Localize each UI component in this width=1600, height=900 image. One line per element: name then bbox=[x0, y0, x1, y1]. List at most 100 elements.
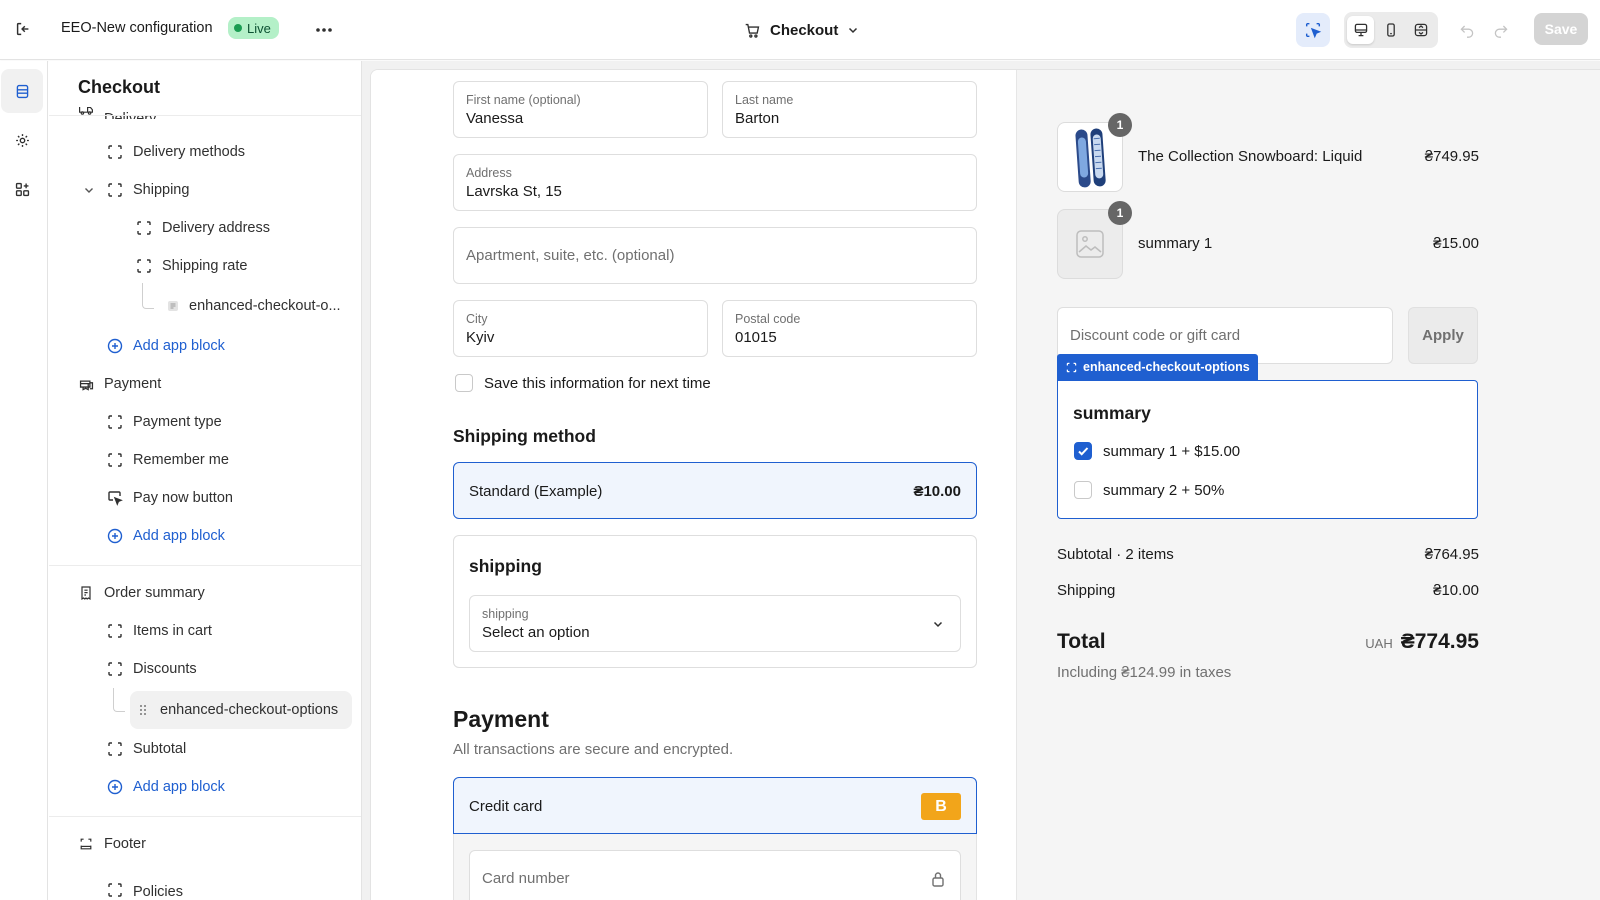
shipping-select[interactable]: shipping Select an option bbox=[469, 595, 961, 652]
tree-item-pay-now-button[interactable]: Pay now button bbox=[105, 482, 233, 514]
tree-item-order-summary[interactable]: Order summary bbox=[76, 577, 205, 609]
apps-nav-button[interactable] bbox=[1, 167, 43, 211]
add-app-block-label: Add app block bbox=[133, 528, 225, 544]
live-status-label: Live bbox=[247, 20, 271, 36]
plus-circle-icon bbox=[105, 336, 125, 356]
inspector-toggle-button[interactable] bbox=[1296, 13, 1330, 47]
city-value: Kyiv bbox=[466, 329, 495, 346]
chevron-down-icon bbox=[930, 616, 946, 632]
apply-discount-button[interactable]: Apply bbox=[1408, 307, 1478, 364]
card-number-field[interactable]: Card number bbox=[469, 850, 961, 900]
shipping-select-label: shipping bbox=[482, 607, 529, 621]
more-options-icon[interactable] bbox=[312, 18, 336, 42]
page-selector[interactable]: Checkout bbox=[742, 19, 862, 41]
shipping-option-price: ₴10.00 bbox=[913, 483, 961, 500]
sections-nav-button[interactable] bbox=[1, 69, 43, 113]
checkout-preview-frame: First name (optional) Vanessa Last name … bbox=[370, 69, 1600, 900]
block-outline-icon bbox=[1065, 361, 1077, 373]
tree-item-shipping[interactable]: Shipping bbox=[79, 174, 189, 206]
city-field[interactable]: City Kyiv bbox=[453, 300, 708, 357]
address-label: Address bbox=[466, 166, 512, 180]
sidebar-divider bbox=[49, 816, 361, 817]
tree-item-label: Policies bbox=[133, 884, 183, 900]
tree-item-shipping-app-block[interactable]: enhanced-checkout-o... bbox=[163, 290, 341, 322]
shipping-select-value: Select an option bbox=[482, 624, 590, 641]
shipping-block-title: shipping bbox=[469, 556, 542, 576]
sidebar-header-divider bbox=[49, 115, 361, 116]
summary-block-title: summary bbox=[1073, 403, 1151, 423]
credit-card-option[interactable]: Credit card B bbox=[453, 777, 977, 834]
save-info-checkbox[interactable] bbox=[455, 374, 473, 392]
apartment-field[interactable]: Apartment, suite, etc. (optional) bbox=[453, 227, 977, 284]
tree-item-remember-me[interactable]: Remember me bbox=[105, 444, 229, 476]
settings-nav-button[interactable] bbox=[1, 118, 43, 162]
add-app-block-button[interactable]: Add app block bbox=[105, 520, 225, 552]
block-outline-icon bbox=[105, 142, 125, 162]
sections-icon bbox=[16, 84, 28, 98]
tree-item-items-in-cart[interactable]: Items in cart bbox=[105, 615, 212, 647]
button-cursor-icon bbox=[105, 488, 125, 508]
last-name-field[interactable]: Last name Barton bbox=[722, 81, 977, 138]
credit-card-label: Credit card bbox=[469, 798, 543, 815]
plus-circle-icon bbox=[105, 526, 125, 546]
tree-item-payment-type[interactable]: Payment type bbox=[105, 406, 222, 438]
shipping-method-heading: Shipping method bbox=[453, 426, 596, 446]
payment-heading: Payment bbox=[453, 706, 549, 732]
tree-item-label: Delivery methods bbox=[133, 144, 246, 160]
tree-item-delivery-address[interactable]: Delivery address bbox=[134, 212, 270, 244]
tree-item-label: Payment bbox=[104, 376, 162, 392]
last-name-value: Barton bbox=[735, 110, 780, 127]
block-outline-icon bbox=[105, 739, 125, 759]
live-status-badge: Live bbox=[228, 17, 279, 39]
summary-option-checkbox-2[interactable] bbox=[1074, 481, 1092, 499]
block-outline-icon bbox=[105, 880, 125, 900]
save-button[interactable]: Save bbox=[1534, 13, 1588, 45]
block-outline-icon bbox=[105, 450, 125, 470]
tree-item-payment[interactable]: Payment bbox=[76, 368, 161, 400]
shipping-option-name: Standard (Example) bbox=[469, 483, 603, 500]
drag-handle-icon[interactable] bbox=[136, 703, 150, 717]
tree-item-discounts-app-block[interactable]: enhanced-checkout-options bbox=[130, 691, 352, 729]
block-outline-icon bbox=[105, 621, 125, 641]
tree-item-shipping-rate[interactable]: Shipping rate bbox=[134, 250, 247, 282]
tree-item-label: Order summary bbox=[104, 585, 205, 601]
top-bar: EEO-New configuration Live Checkout Save bbox=[0, 0, 1600, 60]
summary-option-checkbox-1[interactable] bbox=[1074, 442, 1092, 460]
apps-icon bbox=[15, 182, 29, 196]
order-summary-column: 1 The Collection Snowboard: Liquid ₴749.… bbox=[1017, 70, 1600, 900]
shipping-option-standard[interactable]: Standard (Example) ₴10.00 bbox=[453, 462, 977, 519]
tree-item-delivery-methods[interactable]: Delivery methods bbox=[105, 136, 245, 168]
block-selection-tag: enhanced-checkout-options bbox=[1057, 354, 1258, 380]
tree-item-footer[interactable]: Footer bbox=[76, 828, 146, 860]
discount-code-placeholder: Discount code or gift card bbox=[1070, 327, 1241, 344]
desktop-view-icon[interactable] bbox=[1347, 16, 1375, 44]
subtotal-value: ₴764.95 bbox=[1424, 546, 1479, 563]
tree-item-label: Remember me bbox=[133, 452, 229, 468]
subtotal-label: Subtotal · 2 items bbox=[1057, 546, 1174, 563]
first-name-field[interactable]: First name (optional) Vanessa bbox=[453, 81, 708, 138]
mobile-view-icon[interactable] bbox=[1377, 16, 1404, 44]
postal-code-field[interactable]: Postal code 01015 bbox=[722, 300, 977, 357]
tree-item-subtotal[interactable]: Subtotal bbox=[105, 733, 186, 765]
plus-circle-icon bbox=[105, 777, 125, 797]
tree-item-label: Payment type bbox=[133, 414, 222, 430]
exit-icon[interactable] bbox=[12, 18, 34, 40]
app-block-icon bbox=[163, 296, 183, 316]
tree-item-discounts[interactable]: Discounts bbox=[105, 653, 197, 685]
tree-item-policies[interactable]: Policies bbox=[105, 866, 183, 900]
card-number-placeholder: Card number bbox=[482, 870, 570, 887]
lock-icon bbox=[930, 870, 946, 888]
address-field[interactable]: Address Lavrska St, 15 bbox=[453, 154, 977, 211]
tree-item-label: Footer bbox=[104, 836, 146, 852]
card-details-section: Card number bbox=[453, 834, 977, 900]
add-app-block-button[interactable]: Add app block bbox=[105, 330, 225, 362]
currency-code: UAH bbox=[1365, 636, 1393, 651]
fullscreen-view-icon[interactable] bbox=[1408, 16, 1435, 44]
summary-app-block: summary summary 1 + $15.00 summary 2 + 5… bbox=[1057, 380, 1478, 519]
tree-item-label: Delivery address bbox=[162, 220, 270, 236]
redo-icon[interactable] bbox=[1490, 19, 1512, 41]
add-app-block-button[interactable]: Add app block bbox=[105, 771, 225, 803]
block-outline-icon bbox=[134, 256, 154, 276]
chevron-down-icon[interactable] bbox=[79, 180, 99, 200]
undo-icon[interactable] bbox=[1456, 19, 1478, 41]
